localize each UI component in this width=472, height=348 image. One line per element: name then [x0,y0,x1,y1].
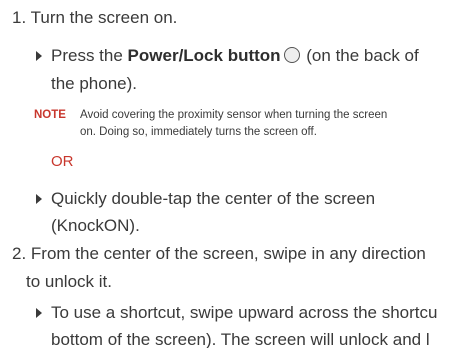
note-label: NOTE [34,109,66,121]
step-2-text-line-1: From the center of the screen, swipe in … [30,244,426,263]
manual-page: 1. Turn the screen on. Press the Power/L… [0,0,472,348]
step-1-number: 1. [12,8,27,27]
or-label: OR [51,153,74,170]
bullet-knockon-line-1: Quickly double-tap the center of the scr… [51,189,376,208]
bullet-shortcut-line-1: To use a shortcut, swipe upward across t… [51,303,438,322]
power-button-icon [283,47,300,63]
bullet-power-button: Press the Power/Lock button (on the back… [51,46,419,66]
bullet-arrow-icon [36,308,42,318]
step-1: 1. Turn the screen on. [12,8,177,28]
step-2-text-line-2: to unlock it. [26,272,112,291]
note-text-line-2: on. Doing so, immediately turns the scre… [80,126,317,138]
step-2: 2. From the center of the screen, swipe … [12,244,426,264]
bullet-text-prefix: Press the [51,46,128,65]
bullet-knockon-line-2: (KnockON). [51,216,140,235]
bullet-shortcut-line-2: bottom of the screen). The screen will u… [51,330,430,348]
step-1-text: Turn the screen on. [30,8,178,27]
bullet-text-suffix: (on the back of [301,46,419,65]
bullet-power-button-continuation: the phone). [51,74,138,93]
step-2-number: 2. [12,244,27,263]
note-text-line-1: Avoid covering the proximity sensor when… [80,109,388,121]
power-lock-button-label: Power/Lock button [127,46,281,65]
bullet-arrow-icon [36,51,42,61]
bullet-arrow-icon [36,194,42,204]
